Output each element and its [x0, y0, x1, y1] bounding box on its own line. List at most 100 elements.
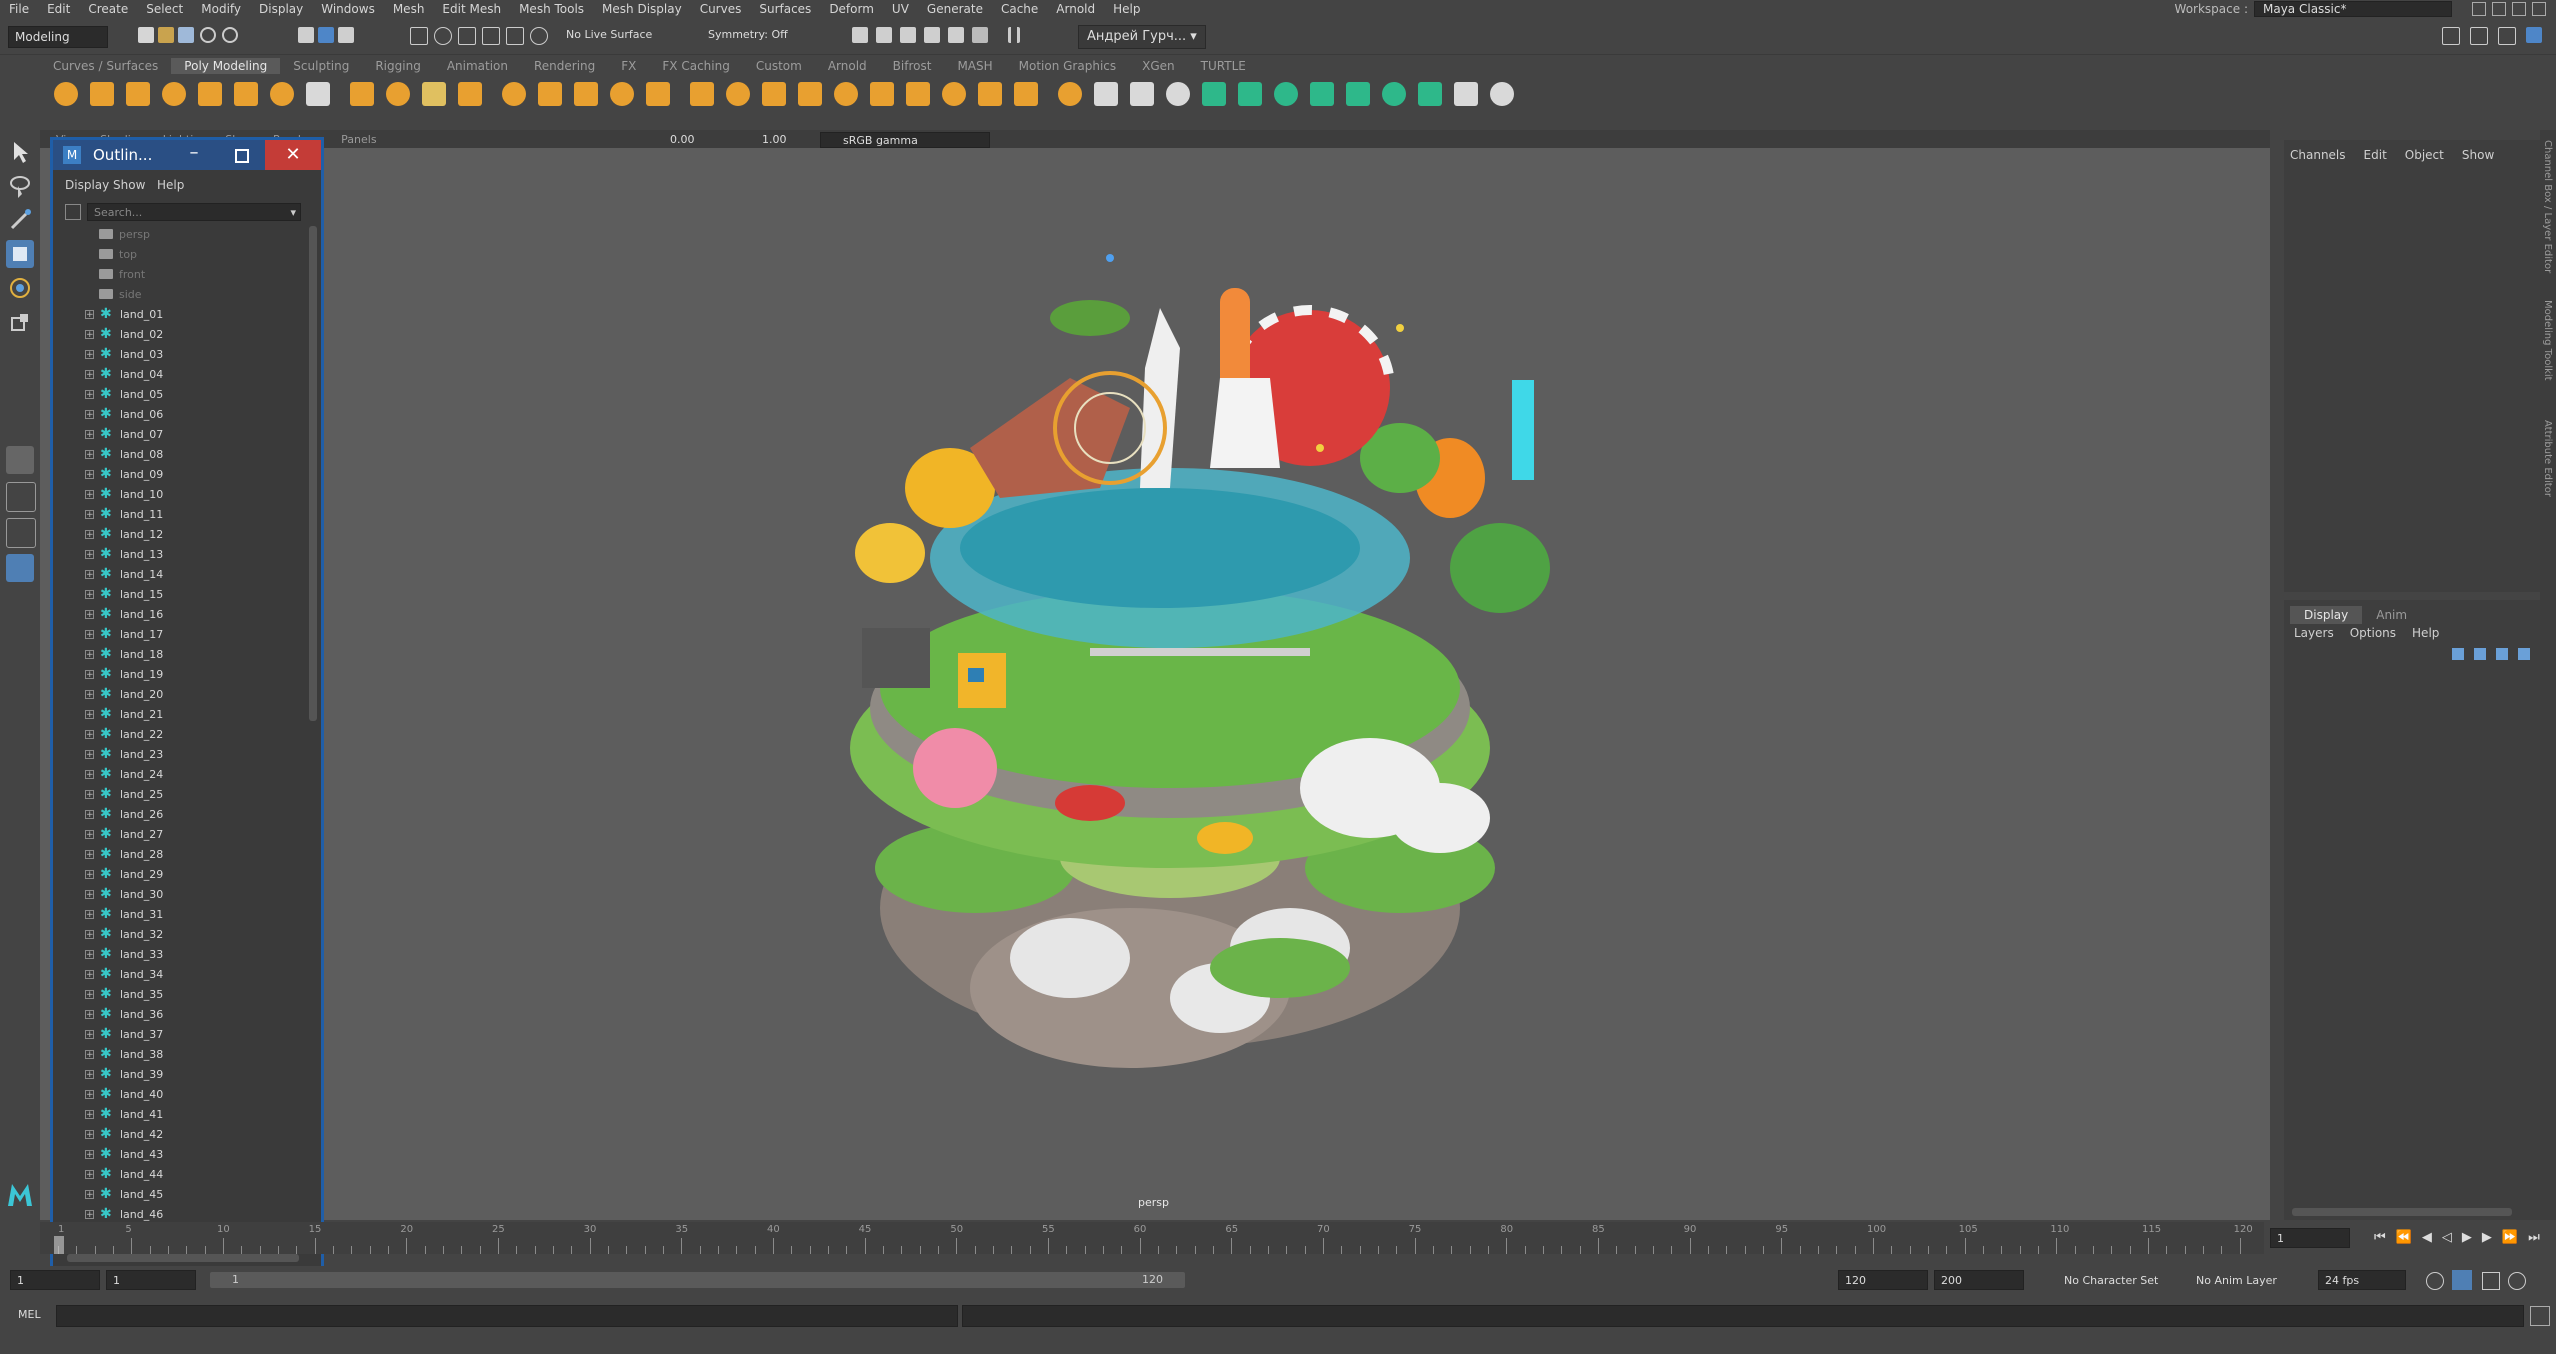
layer-editor-scrollbar[interactable]	[2292, 1208, 2512, 1216]
outliner-row[interactable]: + ✱ land_12	[63, 524, 303, 544]
insert-edge-loop-icon[interactable]	[1238, 82, 1262, 106]
platonic-icon[interactable]	[306, 82, 330, 106]
outliner-row[interactable]: + ✱ land_06	[63, 404, 303, 424]
character-set-dropdown[interactable]: No Character Set	[2064, 1274, 2158, 1287]
outliner-row[interactable]: + ✱ land_36	[63, 1004, 303, 1024]
outliner-row[interactable]: + ✱ land_20	[63, 684, 303, 704]
superellipse-icon[interactable]	[386, 82, 410, 106]
layer-menu-layers[interactable]: Layers	[2294, 626, 2334, 640]
quad-draw-icon[interactable]	[1166, 82, 1190, 106]
soccer-icon[interactable]	[350, 82, 374, 106]
shelf-tab-rendering[interactable]: Rendering	[521, 58, 608, 74]
outliner-vertical-scrollbar[interactable]	[309, 226, 317, 721]
new-layer-icon[interactable]	[2496, 648, 2508, 660]
outliner-search-input[interactable]: Search... ▾	[87, 203, 301, 221]
outliner-row[interactable]: + ✱ land_44	[63, 1164, 303, 1184]
arnold-render-icon[interactable]	[972, 27, 988, 43]
extrude-icon[interactable]	[870, 82, 894, 106]
layer-tab-display[interactable]: Display	[2290, 606, 2363, 624]
shelf-tab-turtle[interactable]: TURTLE	[1188, 58, 1259, 74]
expand-icon[interactable]: +	[85, 869, 94, 879]
anim-start-field[interactable]: 1	[10, 1270, 100, 1290]
snap-point-icon[interactable]	[458, 27, 476, 45]
expand-icon[interactable]: +	[85, 1029, 94, 1039]
outliner-row[interactable]: + ✱ land_25	[63, 784, 303, 804]
outliner-row[interactable]: + ✱ land_24	[63, 764, 303, 784]
time-slider[interactable]: 1 5 10 15 20 25 30 35 40 45 50 55 60 65 70 75 80 85 90 95 10…	[40, 1222, 2270, 1254]
expand-icon[interactable]: +	[85, 1069, 94, 1079]
scale-tool-icon[interactable]	[6, 308, 34, 336]
anim-layer-dropdown[interactable]: No Anim Layer	[2196, 1274, 2277, 1287]
mirror-icon[interactable]	[690, 82, 714, 106]
maximize-icon[interactable]	[219, 140, 265, 170]
menu-edit[interactable]: Edit	[38, 2, 79, 16]
outliner-row[interactable]: + ✱ land_39	[63, 1064, 303, 1084]
render-view-icon[interactable]	[948, 27, 964, 43]
rotate-tool-icon[interactable]	[6, 274, 34, 302]
outliner-row[interactable]: + ✱ land_08	[63, 444, 303, 464]
outliner-row[interactable]: + ✱ land_17	[63, 624, 303, 644]
expand-icon[interactable]: +	[85, 849, 94, 859]
outliner-row[interactable]: + ✱ land_43	[63, 1144, 303, 1164]
expand-icon[interactable]: +	[85, 949, 94, 959]
menu-generate[interactable]: Generate	[918, 2, 992, 16]
render-settings-icon[interactable]	[900, 27, 916, 43]
layout-icon[interactable]	[2472, 2, 2486, 16]
color-space-dropdown[interactable]: sRGB gamma	[820, 132, 990, 148]
step-forward-key-icon[interactable]: ⏩	[2502, 1230, 2518, 1245]
channel-box-menu-channels[interactable]: Channels	[2290, 148, 2346, 162]
chevron-down-icon[interactable]: ▾	[290, 204, 296, 222]
toggle-panel-icon[interactable]	[2498, 27, 2516, 45]
expand-icon[interactable]: +	[85, 1149, 94, 1159]
shelf-tab-rigging[interactable]: Rigging	[362, 58, 433, 74]
current-time-marker[interactable]	[54, 1236, 64, 1254]
expand-icon[interactable]: +	[85, 509, 94, 519]
outliner-row[interactable]: + ✱ land_45	[63, 1184, 303, 1204]
render-icon[interactable]	[852, 27, 868, 43]
expand-icon[interactable]: +	[85, 469, 94, 479]
script-editor-icon[interactable]	[2530, 1306, 2550, 1326]
outliner-row[interactable]: + ✱ land_33	[63, 944, 303, 964]
mode-dropdown[interactable]: Modeling	[8, 26, 108, 48]
menu-edit-mesh[interactable]: Edit Mesh	[433, 2, 510, 16]
expand-icon[interactable]: +	[85, 1049, 94, 1059]
reduce-icon[interactable]	[798, 82, 822, 106]
command-input[interactable]	[56, 1305, 958, 1327]
outliner-row[interactable]: + ✱ land_23	[63, 744, 303, 764]
outliner-menu-show[interactable]: Show	[113, 178, 145, 192]
ipr-render-icon[interactable]	[876, 27, 892, 43]
expand-icon[interactable]: +	[85, 1009, 94, 1019]
expand-icon[interactable]: +	[85, 1209, 94, 1219]
snap-surface-icon[interactable]	[506, 27, 524, 45]
average-icon[interactable]	[726, 82, 750, 106]
outliner-row[interactable]: + ✱ land_02	[63, 324, 303, 344]
anim-end-field[interactable]: 200	[1934, 1270, 2024, 1290]
step-forward-frame-icon[interactable]: ▶	[2482, 1230, 2492, 1245]
outliner-row[interactable]: + ✱ land_41	[63, 1104, 303, 1124]
settings-icon[interactable]	[2526, 27, 2542, 43]
cylinder-icon[interactable]	[126, 82, 150, 106]
outliner-titlebar[interactable]: M Outlin... – ✕	[53, 140, 321, 170]
expand-icon[interactable]: +	[85, 669, 94, 679]
toggle-panel-icon[interactable]	[2442, 27, 2460, 45]
expand-icon[interactable]: +	[85, 409, 94, 419]
disc-icon[interactable]	[270, 82, 294, 106]
playback-start-field[interactable]: 1	[106, 1270, 196, 1290]
workspace-dropdown[interactable]: Maya Classic*	[2254, 1, 2452, 17]
outliner-row[interactable]: + ✱ land_09	[63, 464, 303, 484]
append-icon[interactable]	[978, 82, 1002, 106]
outliner-row[interactable]: + ✱ land_14	[63, 564, 303, 584]
outliner-layout-icon[interactable]	[6, 554, 34, 582]
menu-help[interactable]: Help	[1104, 2, 1149, 16]
shelf-tab-bifrost[interactable]: Bifrost	[880, 58, 945, 74]
expand-icon[interactable]: +	[85, 629, 94, 639]
gamma-field[interactable]: 1.00	[762, 133, 787, 146]
current-frame-field[interactable]: 1	[2270, 1228, 2350, 1248]
outliner-camera-row[interactable]: side	[63, 284, 303, 304]
planar-map-icon[interactable]	[1382, 82, 1406, 106]
side-tab[interactable]: Modeling Toolkit	[2542, 300, 2553, 381]
expand-icon[interactable]: +	[85, 749, 94, 759]
outliner-row[interactable]: + ✱ land_27	[63, 824, 303, 844]
mesh-cleanup-icon[interactable]	[834, 82, 858, 106]
outliner-row[interactable]: + ✱ land_05	[63, 384, 303, 404]
